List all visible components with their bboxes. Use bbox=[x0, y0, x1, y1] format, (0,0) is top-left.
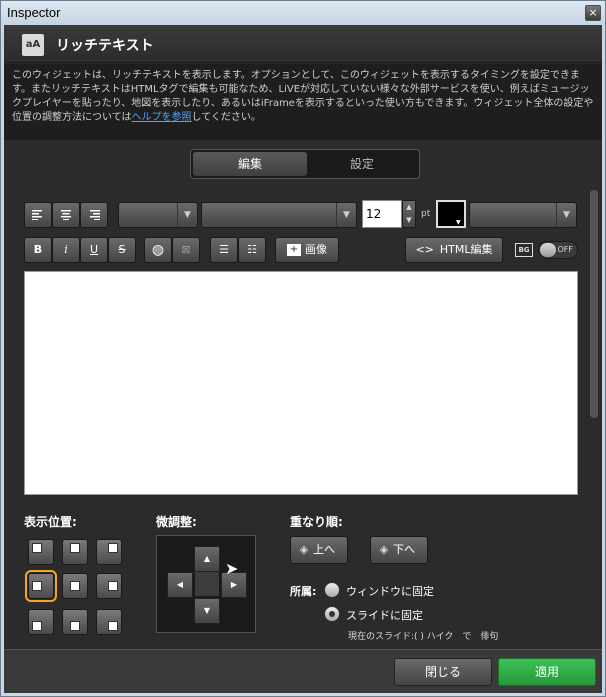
toggle-state-text: OFF bbox=[557, 245, 574, 254]
align-right-icon bbox=[90, 210, 100, 220]
order-label: 重なり順: bbox=[290, 515, 343, 529]
inspector-panel: aA リッチテキスト このウィジェットは、リッチテキストを表示します。オプション… bbox=[4, 25, 602, 693]
widget-title: リッチテキスト bbox=[56, 38, 154, 54]
remove-link-button[interactable]: ⊠ bbox=[172, 237, 200, 263]
panel-scrollbar[interactable] bbox=[590, 190, 598, 418]
mouse-cursor-icon: ➤ bbox=[225, 559, 239, 578]
bullet-list-button[interactable]: ☰ bbox=[210, 237, 238, 263]
help-link[interactable]: ヘルプを参照 bbox=[132, 112, 192, 123]
strikethrough-button[interactable]: S bbox=[108, 237, 136, 263]
send-backward-button[interactable]: ◈ 下へ bbox=[370, 536, 428, 564]
unlink-icon: ⊠ bbox=[181, 243, 191, 256]
bring-forward-button[interactable]: ◈ 上へ bbox=[290, 536, 348, 564]
anchor-slide-label: スライドに固定 bbox=[346, 609, 423, 622]
position-bottom-right[interactable] bbox=[96, 609, 122, 635]
heading-select[interactable]: ▼ bbox=[118, 202, 198, 228]
chevron-down-icon: ▼ bbox=[336, 203, 356, 227]
font-size-input[interactable]: 12 bbox=[362, 200, 402, 228]
bg-label: BG bbox=[515, 243, 533, 257]
window-close-button[interactable]: × bbox=[585, 5, 601, 21]
font-size-unit: pt bbox=[421, 209, 431, 219]
toggle-knob bbox=[540, 243, 556, 257]
anchor-window-label: ウィンドウに固定 bbox=[346, 585, 434, 598]
position-bottom-center[interactable] bbox=[62, 609, 88, 635]
title-bar: Inspector × bbox=[1, 1, 605, 25]
current-slide-text: 現在のスライド:( ) ハイク で 俳句 bbox=[348, 632, 499, 642]
style-select[interactable]: ▼ bbox=[469, 202, 577, 228]
footer-bar: 閉じる 適用 bbox=[4, 649, 602, 693]
bullet-list-icon: ☰ bbox=[219, 243, 229, 256]
underline-button[interactable]: U bbox=[80, 237, 108, 263]
layers-up-icon: ◈ bbox=[299, 543, 309, 556]
anchor-window-radio[interactable] bbox=[324, 582, 340, 598]
chevron-down-icon: ▼ bbox=[556, 203, 576, 227]
stepper-up-icon[interactable]: ▲ bbox=[403, 201, 415, 214]
arrow-down-icon: ▼ bbox=[203, 606, 211, 615]
italic-button[interactable]: i bbox=[52, 237, 80, 263]
align-left-icon bbox=[32, 210, 42, 220]
align-center-button[interactable] bbox=[52, 202, 80, 228]
mode-tabs: 編集 設定 bbox=[190, 149, 420, 179]
chevron-down-icon: ▼ bbox=[177, 203, 197, 227]
position-top-left[interactable] bbox=[28, 539, 54, 565]
apply-button[interactable]: 適用 bbox=[498, 658, 596, 686]
globe-icon: ◍ bbox=[151, 242, 165, 258]
arrow-right-icon: ▶ bbox=[230, 580, 238, 589]
color-dropdown-icon: ▼ bbox=[456, 219, 461, 226]
description-suffix: してください。 bbox=[191, 112, 261, 123]
layers-down-icon: ◈ bbox=[379, 543, 389, 556]
inspector-window: Inspector × aA リッチテキスト このウィジェットは、リッチテキスト… bbox=[0, 0, 606, 697]
position-middle-left[interactable] bbox=[25, 570, 57, 602]
bg-toggle[interactable]: OFF bbox=[538, 241, 578, 259]
tab-edit[interactable]: 編集 bbox=[193, 152, 307, 176]
position-top-right[interactable] bbox=[96, 539, 122, 565]
bring-forward-label: 上へ bbox=[313, 543, 335, 556]
arrow-left-icon: ◀ bbox=[176, 580, 184, 589]
position-label: 表示位置: bbox=[24, 515, 77, 529]
position-middle-center[interactable] bbox=[62, 573, 88, 599]
nudge-left-button[interactable]: ◀ bbox=[167, 572, 193, 598]
nudge-center bbox=[195, 572, 219, 596]
font-size-stepper[interactable]: ▲ ▼ bbox=[402, 200, 416, 228]
nudge-pad: ▲ ◀ ▶ ▼ bbox=[156, 535, 256, 633]
html-edit-label: HTML編集 bbox=[439, 243, 493, 256]
align-left-button[interactable] bbox=[24, 202, 52, 228]
anchor-label: 所属: bbox=[290, 585, 317, 598]
align-center-icon bbox=[61, 210, 71, 220]
image-button-label: 画像 bbox=[305, 243, 327, 256]
widget-header: aA リッチテキスト bbox=[4, 25, 602, 63]
description-text: このウィジェットは、リッチテキストを表示します。オプションとして、このウィジェッ… bbox=[12, 70, 594, 123]
arrow-up-icon: ▲ bbox=[203, 554, 211, 563]
tab-settings[interactable]: 設定 bbox=[305, 150, 419, 178]
close-button[interactable]: 閉じる bbox=[394, 658, 492, 686]
position-middle-right[interactable] bbox=[96, 573, 122, 599]
font-family-select[interactable]: ▼ bbox=[201, 202, 357, 228]
nudge-up-button[interactable]: ▲ bbox=[194, 546, 220, 572]
send-backward-label: 下へ bbox=[393, 543, 415, 556]
window-title: Inspector bbox=[7, 5, 61, 20]
numbered-list-icon: ☷ bbox=[247, 243, 257, 256]
insert-link-button[interactable]: ◍ bbox=[144, 237, 172, 263]
rich-text-icon: aA bbox=[22, 34, 44, 56]
rich-text-editor[interactable] bbox=[24, 271, 578, 495]
numbered-list-button[interactable]: ☷ bbox=[238, 237, 266, 263]
nudge-down-button[interactable]: ▼ bbox=[194, 598, 220, 624]
position-top-center[interactable] bbox=[62, 539, 88, 565]
anchor-slide-radio[interactable] bbox=[324, 606, 340, 622]
bold-button[interactable]: B bbox=[24, 237, 52, 263]
stepper-down-icon[interactable]: ▼ bbox=[403, 214, 415, 227]
html-edit-button[interactable]: <> HTML編集 bbox=[405, 237, 503, 263]
nudge-label: 微調整: bbox=[156, 515, 197, 529]
widget-description: このウィジェットは、リッチテキストを表示します。オプションとして、このウィジェッ… bbox=[4, 64, 602, 140]
image-icon: + bbox=[287, 244, 301, 256]
position-bottom-left[interactable] bbox=[28, 609, 54, 635]
insert-image-button[interactable]: + 画像 bbox=[275, 237, 339, 263]
align-right-button[interactable] bbox=[80, 202, 108, 228]
code-icon: <> bbox=[415, 243, 434, 256]
